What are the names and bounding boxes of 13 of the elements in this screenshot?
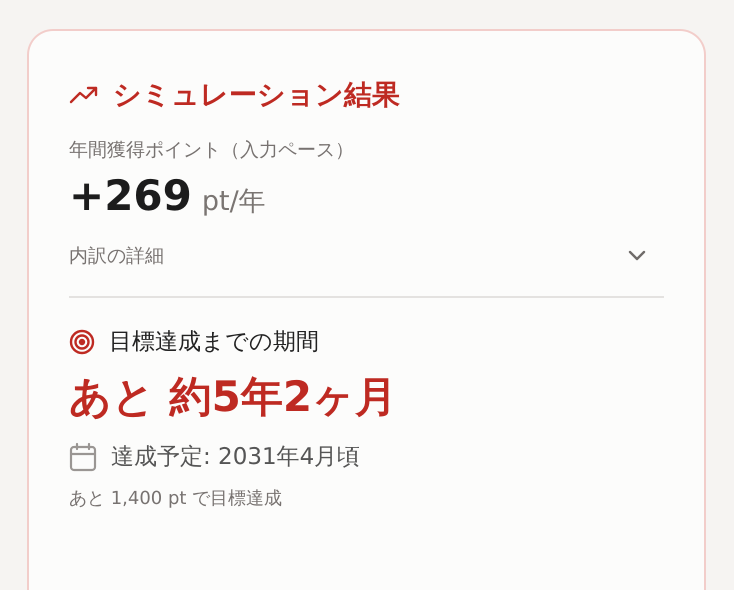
goal-duration: あと 約5年2ヶ月 xyxy=(69,371,398,423)
details-toggle[interactable]: 内訳の詳細 xyxy=(69,236,664,276)
chevron-icon xyxy=(627,250,647,262)
target-icon xyxy=(69,328,95,354)
goal-eta: 達成予定: 2031年4月頃 xyxy=(111,443,360,472)
goal-heading: 目標達成までの期間 xyxy=(109,328,319,357)
section-title: シミュレーション結果 xyxy=(113,77,400,113)
calendar-icon xyxy=(69,442,97,472)
unit-label: pt/年 xyxy=(202,185,266,219)
annual-points-value: +269 xyxy=(69,171,192,220)
trend-up-icon xyxy=(69,85,99,105)
annual-points-label: 年間獲得ポイント（入力ペース） xyxy=(69,138,355,163)
remaining-points: あと 1,400 pt で目標達成 xyxy=(69,487,284,510)
